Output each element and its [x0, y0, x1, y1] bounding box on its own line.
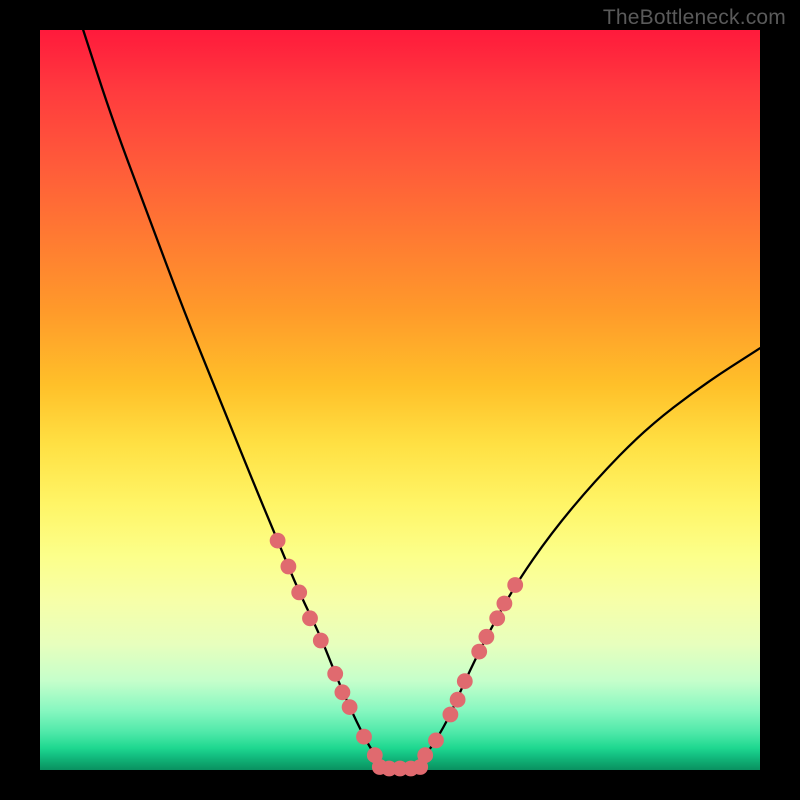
- curve-marker: [417, 747, 433, 763]
- watermark-text: TheBottleneck.com: [603, 6, 786, 30]
- curve-marker: [497, 596, 513, 612]
- curve-marker: [443, 707, 459, 723]
- curve-markers: [270, 533, 523, 777]
- curve-marker: [281, 559, 297, 575]
- curve-marker: [450, 692, 466, 708]
- curve-marker: [489, 610, 505, 626]
- curve-marker: [313, 633, 329, 649]
- curve-marker: [457, 673, 473, 689]
- bottleneck-curve-line: [83, 30, 760, 769]
- curve-marker: [327, 666, 343, 682]
- curve-marker: [302, 610, 318, 626]
- curve-marker: [335, 684, 351, 700]
- curve-marker: [479, 629, 495, 645]
- curve-marker: [356, 729, 372, 745]
- curve-marker: [291, 585, 307, 601]
- curve-marker: [507, 577, 523, 593]
- curve-marker: [471, 644, 487, 660]
- chart-overlay: [40, 30, 760, 770]
- curve-marker: [428, 733, 444, 749]
- curve-marker: [342, 699, 358, 715]
- curve-marker: [270, 533, 286, 549]
